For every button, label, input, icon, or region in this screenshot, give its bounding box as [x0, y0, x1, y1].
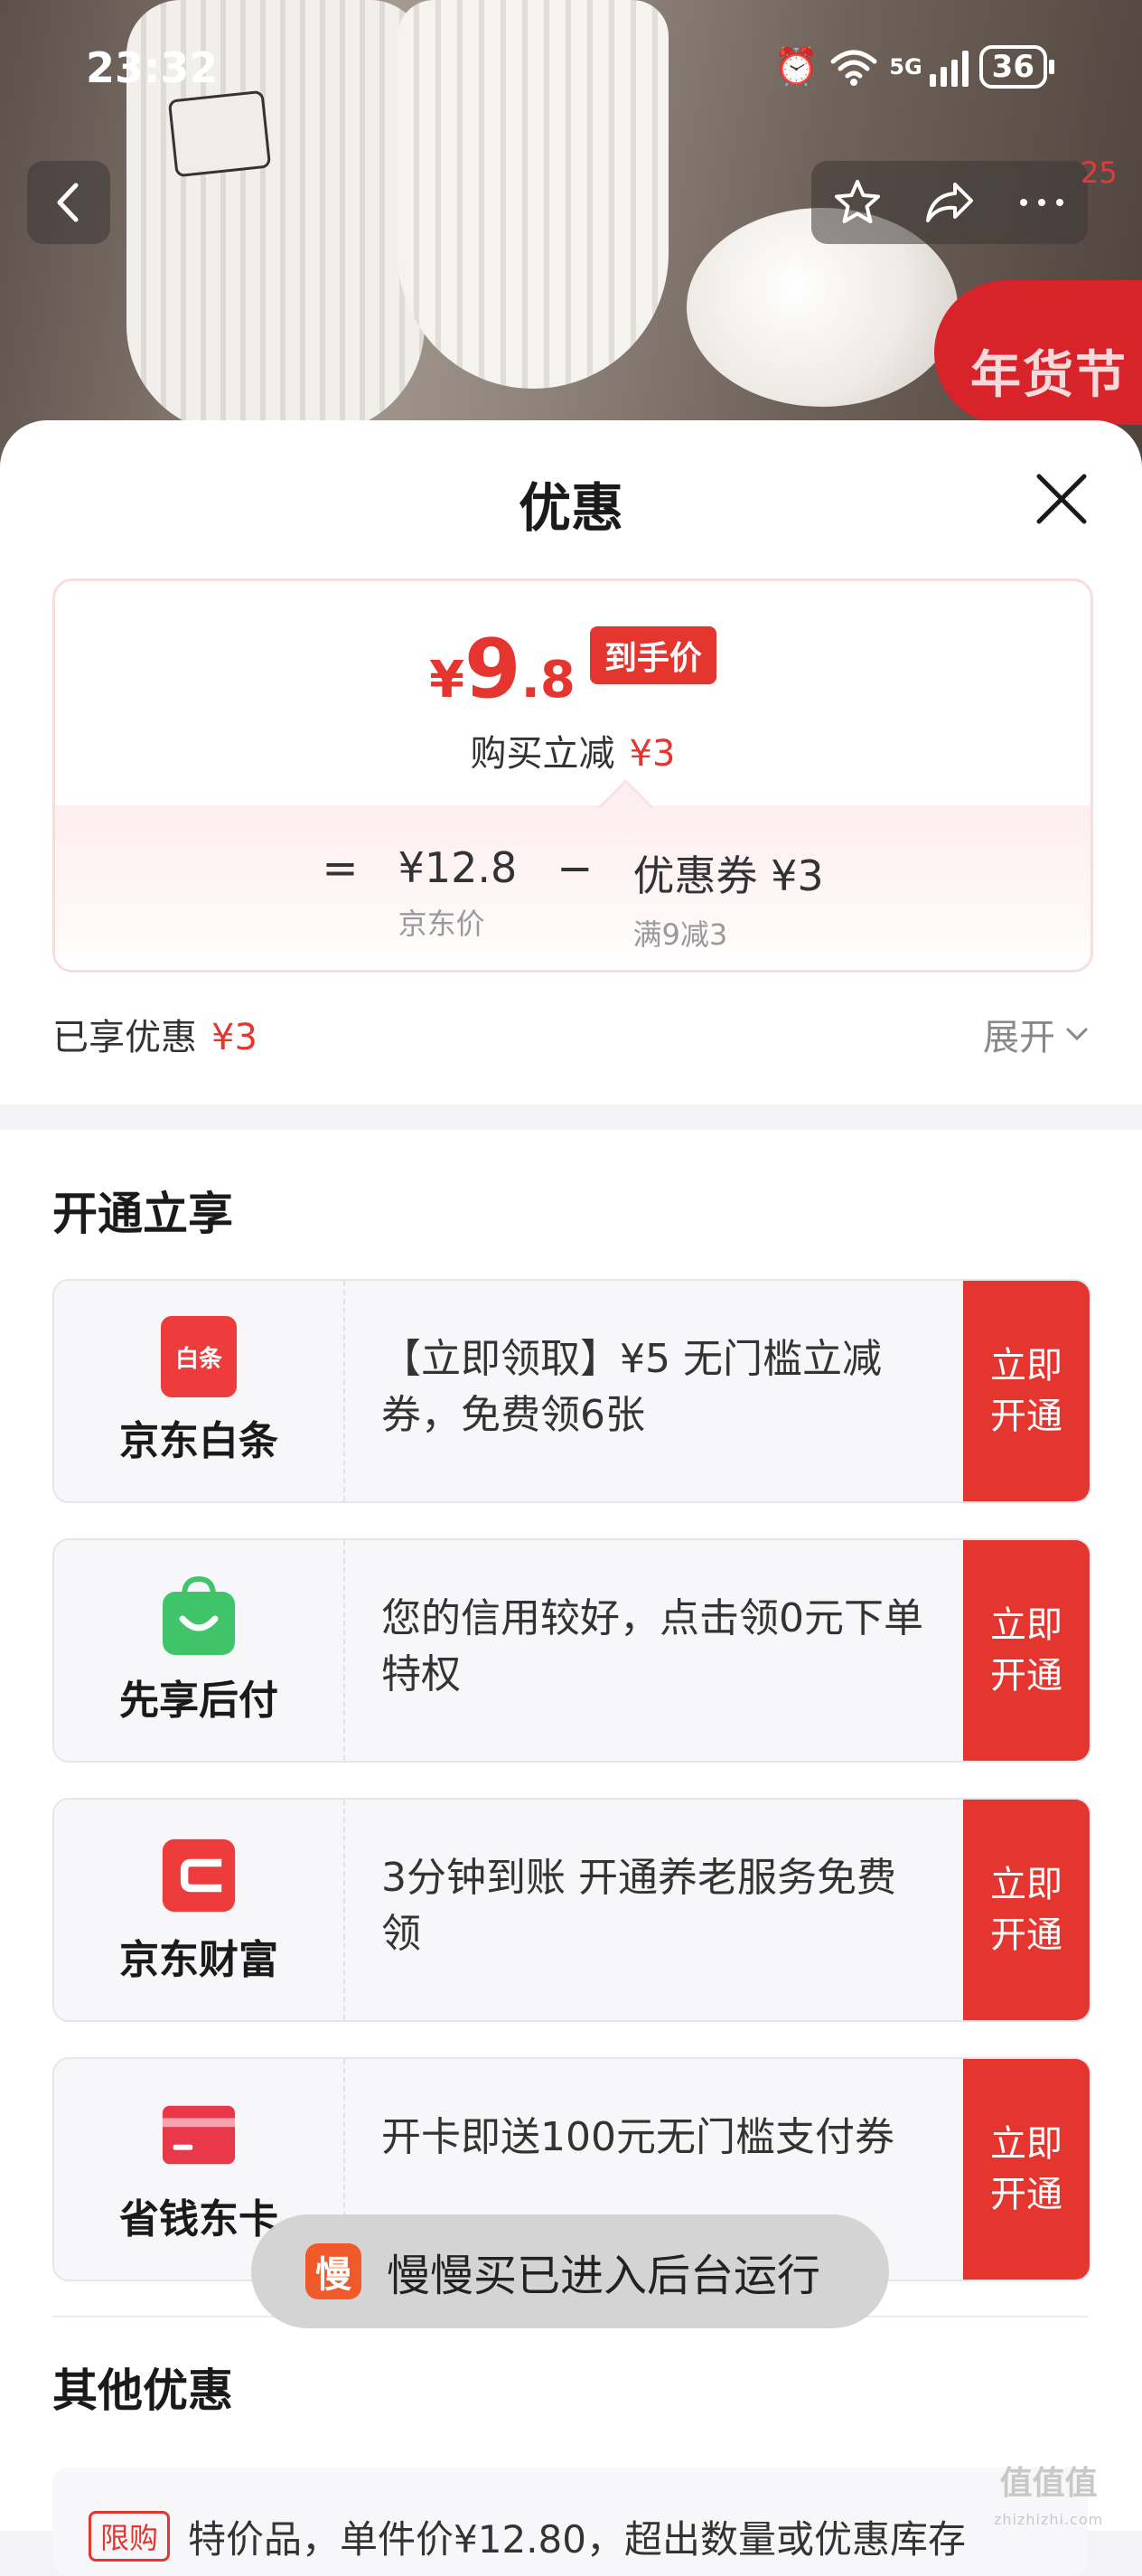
offer-description: 【立即领取】¥5 无门槛立减券，免费领6张 — [381, 1336, 882, 1438]
battery-icon: 36 — [978, 45, 1055, 89]
background-toast: 慢 慢慢买已进入后台运行 — [251, 2214, 889, 2328]
other-offer-text: 特价品，单件价¥12.80，超出数量或优惠库存 — [188, 2517, 966, 2562]
star-icon — [835, 180, 880, 223]
other-section-title: 其他优惠 — [52, 2364, 233, 2417]
message-count-badge: 25 — [1081, 155, 1118, 190]
open-now-label: 立即开通 — [990, 2123, 1062, 2215]
share-button[interactable] — [909, 161, 990, 244]
open-now-button[interactable]: 立即开通 — [963, 1281, 1090, 1501]
section-separator — [0, 1105, 1142, 1130]
open-now-button[interactable]: 立即开通 — [963, 2059, 1090, 2280]
expand-button[interactable]: 展开 — [983, 1008, 1090, 1060]
offer-card-baitiao[interactable]: 白条 京东白条 【立即领取】¥5 无门槛立减券，免费领6张 立即开通 — [52, 1279, 1091, 1503]
alarm-icon: ⏰ — [773, 46, 819, 88]
promo-badge-text: 年货节 — [970, 345, 1128, 405]
offer-card-wealth[interactable]: 京东财富 3分钟到账 开通养老服务免费领 立即开通 — [52, 1798, 1091, 2022]
jd-price-value: ¥12.8 — [398, 843, 518, 892]
watermark: 值值值 zhizhizhi.com — [994, 2466, 1103, 2538]
minus-sign: − — [557, 843, 594, 894]
offer-brand: 京东白条 — [119, 1418, 278, 1464]
open-now-label: 立即开通 — [990, 1604, 1062, 1697]
enjoyed-discount: 已享优惠 ¥3 — [52, 1008, 257, 1060]
offer-description: 您的信用较好，点击领0元下单特权 — [381, 1595, 923, 1697]
chevron-down-icon — [1066, 1028, 1088, 1041]
jd-wealth-icon — [161, 1835, 237, 1916]
final-price-decimal: .8 — [520, 651, 576, 710]
watermark-text: 值值值 — [999, 2465, 1098, 2502]
enjoyed-value: ¥3 — [211, 1017, 257, 1058]
network-label: 5G — [889, 54, 922, 80]
offer-description: 开卡即送100元无门槛支付券 — [381, 2114, 894, 2160]
offer-brand-area: 京东财富 — [54, 1800, 345, 2020]
toast-text: 慢慢买已进入后台运行 — [387, 2251, 821, 2301]
final-price-value: ¥9.8 — [429, 629, 576, 710]
promo-badge[interactable]: 年货节 — [934, 280, 1142, 425]
equals-sign: = — [322, 843, 359, 894]
more-dots-icon — [1020, 199, 1063, 206]
final-price-tag: 到手价 — [589, 626, 716, 684]
close-button[interactable] — [1030, 467, 1093, 531]
open-section-title: 开通立享 — [52, 1188, 233, 1240]
offer-brand: 先享后付 — [119, 1678, 278, 1724]
open-now-label: 立即开通 — [990, 1864, 1062, 1956]
reduction-value: ¥3 — [629, 733, 676, 775]
open-now-button[interactable]: 立即开通 — [963, 1540, 1090, 1761]
manmanmai-icon: 慢 — [305, 2243, 361, 2299]
price-formula: = ¥12.8 京东价 − 优惠券 ¥3 满9减3 — [55, 843, 1091, 954]
coupon-condition: 满9减3 — [632, 917, 728, 952]
shopping-bag-icon — [161, 1575, 237, 1657]
wifi-icon — [830, 50, 877, 86]
offer-brand-area: 白条 京东白条 — [54, 1281, 345, 1501]
favorite-button[interactable] — [817, 161, 898, 244]
share-icon — [926, 183, 973, 222]
enjoyed-label: 已享优惠 — [52, 1017, 197, 1058]
signal-icon — [929, 47, 969, 87]
sock-right-image — [398, 0, 669, 389]
expand-label: 展开 — [983, 1017, 1055, 1058]
status-time: 23:32 — [86, 43, 219, 92]
open-now-button[interactable]: 立即开通 — [963, 1800, 1090, 2020]
reduction-label: 购买立减 — [470, 733, 615, 775]
back-button[interactable] — [27, 161, 110, 244]
watermark-url: zhizhizhi.com — [994, 2511, 1104, 2528]
offer-description: 3分钟到账 开通养老服务免费领 — [381, 1855, 896, 1957]
status-icons: ⏰ 5G 36 — [773, 43, 1055, 90]
final-price-integer: 9 — [464, 622, 521, 717]
currency-symbol: ¥ — [429, 651, 465, 710]
jd-price-term: ¥12.8 京东价 — [398, 843, 518, 943]
jd-price-label: 京东价 — [398, 907, 485, 941]
final-price: ¥9.8 到手价 — [55, 626, 1091, 710]
sheet-title: 优惠 — [518, 477, 623, 539]
card-icon — [161, 2094, 237, 2176]
baitiao-logo-text: 白条 — [174, 1345, 222, 1373]
offer-brand: 省钱东卡 — [119, 2196, 278, 2242]
instant-reduction: 购买立减 ¥3 — [55, 724, 1091, 776]
price-card: ¥9.8 到手价 购买立减 ¥3 = ¥12.8 京东价 − 优惠券 ¥3 满9减… — [52, 578, 1093, 973]
more-button[interactable] — [1001, 161, 1082, 244]
coupon-value: 优惠券 ¥3 — [632, 851, 824, 900]
limit-tag: 限购 — [89, 2511, 171, 2562]
offer-card-pay-later[interactable]: 先享后付 您的信用较好，点击领0元下单特权 立即开通 — [52, 1538, 1091, 1763]
top-actions — [811, 161, 1088, 244]
offer-brand-area: 先享后付 — [54, 1540, 345, 1761]
sock-label-patch — [167, 89, 272, 178]
open-now-label: 立即开通 — [990, 1345, 1062, 1437]
other-offer-card[interactable]: 限购 特价品，单件价¥12.80，超出数量或优惠库存 — [52, 2468, 1088, 2576]
chevron-left-icon — [57, 183, 79, 222]
baitiao-icon: 白条 — [161, 1316, 237, 1397]
offer-brand: 京东财富 — [119, 1937, 278, 1983]
close-icon — [1036, 474, 1087, 524]
coupon-term: 优惠券 ¥3 满9减3 — [632, 843, 823, 954]
